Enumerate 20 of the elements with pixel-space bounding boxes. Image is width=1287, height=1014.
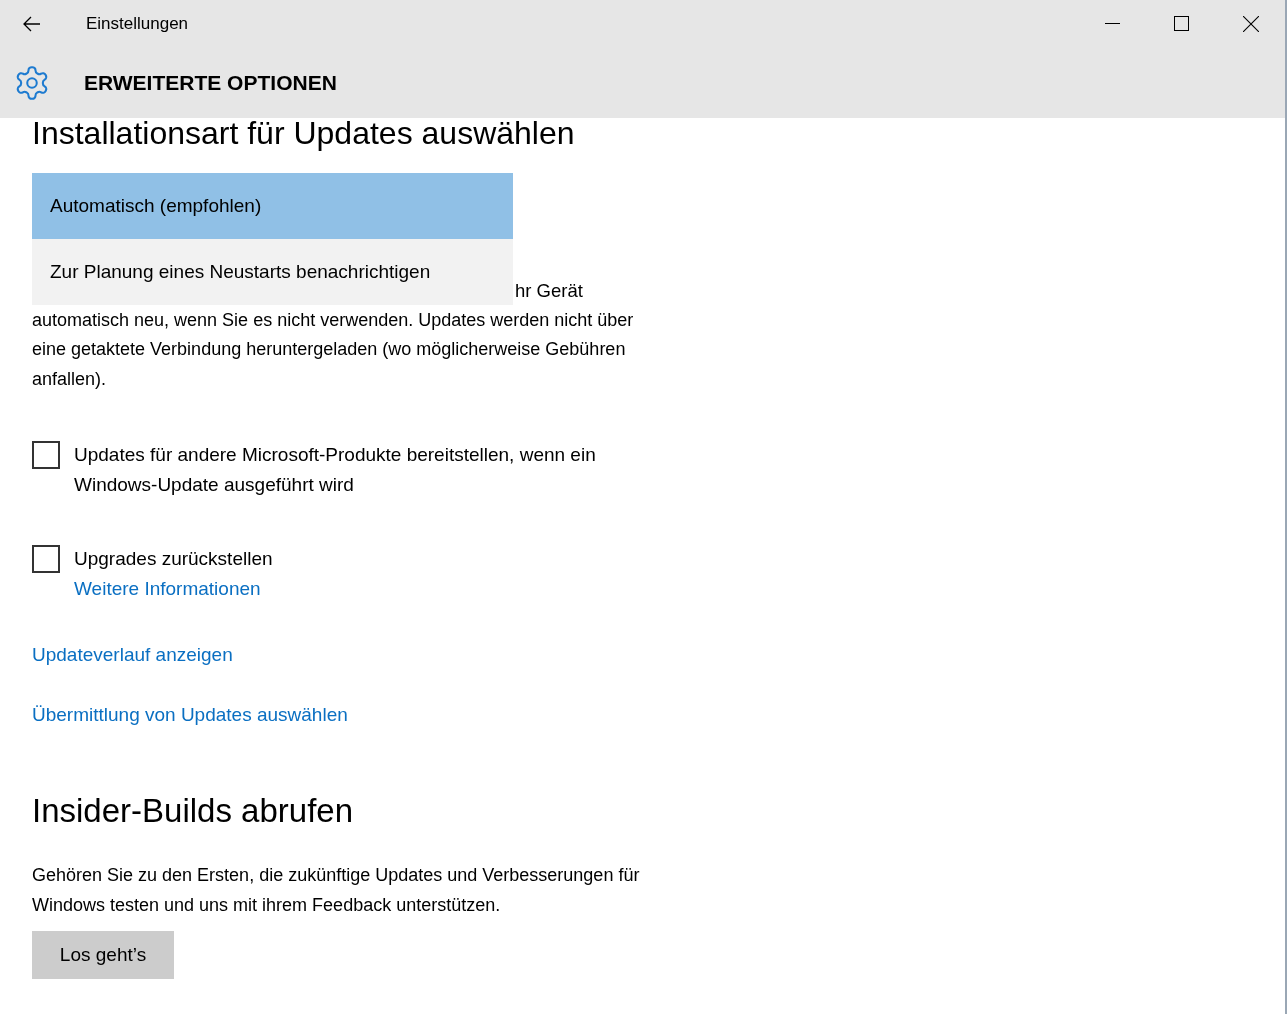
- checkbox[interactable]: [32, 441, 60, 469]
- description-text: automatisch neu, wenn Sie es nicht verwenden. Updates werden nicht über eine getaktete Verbindung heruntergeladen (wo möglicherweise Gebühren anfallen).: [32, 308, 635, 391]
- minimize-icon: [1105, 23, 1120, 24]
- section-heading: Installationsart für Updates auswählen: [32, 117, 576, 149]
- checkbox-label: Upgrades zurückstellen: [74, 547, 274, 571]
- description-text: Gehören Sie zu den Ersten, die zukünftige Updates und Verbesserungen für Windows testen und uns mit ihrem Feedback unterstützen.: [32, 864, 641, 917]
- page-title: ERWEITERTE OPTIONEN: [84, 69, 337, 96]
- settings-link[interactable]: Updateverlauf anzeigen: [32, 640, 233, 670]
- section-heading: Insider-Builds abrufen: [32, 791, 354, 831]
- maximize-icon: [1174, 16, 1189, 31]
- close-icon: [1242, 15, 1259, 32]
- back-icon: [23, 15, 41, 32]
- description-text: hr Gerät: [515, 279, 583, 303]
- checkbox-label: Updates für andere Microsoft-Produkte bereitstellen, wenn ein Windows-Update ausgeführt wird: [74, 443, 597, 497]
- settings-link[interactable]: Übermittlung von Updates auswählen: [32, 700, 348, 730]
- window-title: Einstellungen: [86, 12, 189, 35]
- dropdown-option[interactable]: Automatisch (empfohlen): [32, 173, 513, 239]
- get-started-button[interactable]: Los geht’s: [32, 931, 174, 979]
- more-info-link[interactable]: Weitere Informationen: [74, 574, 674, 604]
- checkbox[interactable]: [32, 545, 60, 573]
